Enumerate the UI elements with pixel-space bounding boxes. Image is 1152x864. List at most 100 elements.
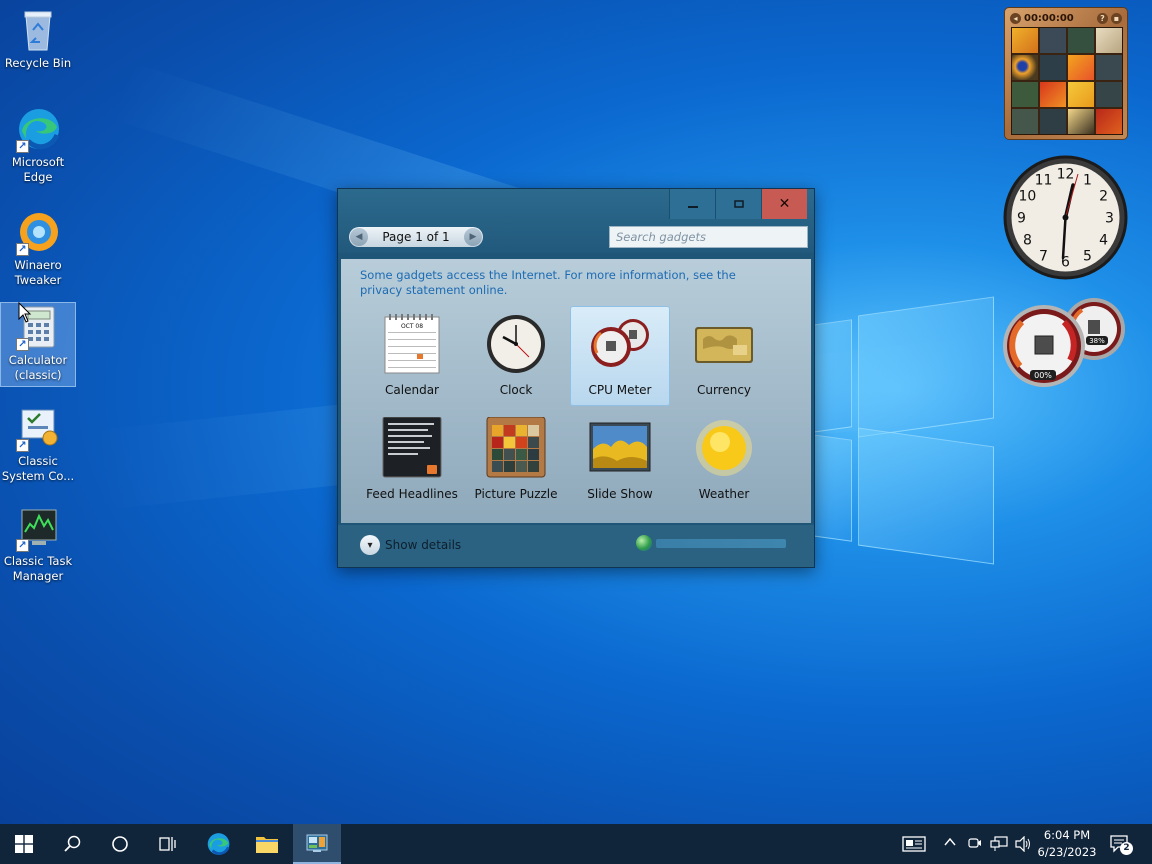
gadget-label: Feed Headlines: [366, 487, 458, 501]
taskbar-edge[interactable]: [194, 824, 242, 864]
globe-icon: [636, 535, 652, 551]
previous-page-button[interactable]: ◀: [350, 228, 368, 246]
desktop-icon-winaero-tweaker[interactable]: ↗ Winaero Tweaker: [0, 208, 76, 288]
puzzle-tile[interactable]: [1012, 28, 1038, 53]
online-link-text: [656, 538, 786, 548]
puzzle-tile[interactable]: [1012, 55, 1038, 80]
help-icon[interactable]: ?: [1097, 12, 1108, 24]
puzzle-tile[interactable]: [1068, 109, 1094, 134]
analog-clock-face: 12 1234567891011: [1003, 155, 1128, 280]
puzzle-tile[interactable]: [1040, 109, 1066, 134]
clock-numeral: 3: [1105, 211, 1114, 227]
clock-date: 6/23/2023: [1037, 845, 1097, 859]
winaero-tweaker-icon: ↗: [14, 208, 62, 256]
start-button[interactable]: [0, 824, 48, 864]
desktop-icon-microsoft-edge[interactable]: ↗ Microsoft Edge: [0, 105, 76, 185]
task-view-icon: [159, 837, 176, 851]
minimize-button[interactable]: [669, 189, 715, 219]
desktop-icon-label: Winaero Tweaker: [14, 258, 62, 287]
gadget-clock[interactable]: Clock: [466, 307, 566, 407]
desktop-icon-calculator-classic[interactable]: ↗ Calculator (classic): [0, 302, 76, 387]
puzzle-tile[interactable]: [1012, 109, 1038, 134]
puzzle-tile[interactable]: [1096, 109, 1122, 134]
clock-numeral: 11: [1035, 172, 1053, 188]
shortcut-arrow-icon: ↗: [16, 338, 29, 351]
clock-numeral: 10: [1018, 189, 1036, 205]
gadget-slide-show[interactable]: Slide Show: [570, 411, 670, 511]
volume-icon[interactable]: [1014, 835, 1032, 856]
maximize-button[interactable]: [715, 189, 761, 219]
gadgets-window-header: ✕ ◀ Page 1 of 1 ▶ Search gadgets: [338, 189, 814, 253]
gadget-label: Currency: [696, 383, 752, 397]
search-button[interactable]: [48, 824, 96, 864]
taskbar-gadgets[interactable]: [293, 824, 341, 864]
cpu-meter-gadget[interactable]: 00% 38%: [1002, 296, 1130, 390]
desktop-icon-label: Calculator (classic): [8, 353, 68, 382]
puzzle-tile[interactable]: [1040, 28, 1066, 53]
feed-headlines-icon: [381, 416, 443, 479]
gadget-cpu-meter[interactable]: CPU Meter: [570, 306, 670, 406]
slide-show-icon: [589, 417, 651, 479]
cortana-button[interactable]: [96, 824, 144, 864]
previous-icon[interactable]: ◂: [1010, 12, 1021, 24]
gadget-currency[interactable]: Currency: [674, 307, 774, 407]
desktop-icon-label: Classic Task Manager: [3, 554, 73, 583]
gadgets-window: ✕ ◀ Page 1 of 1 ▶ Search gadgets Some ga…: [337, 188, 815, 568]
gadgets-window-footer: ▾ Show details: [338, 525, 814, 567]
gadget-label: CPU Meter: [588, 383, 652, 397]
news-and-interests-icon[interactable]: [902, 835, 926, 857]
desktop-icon-classic-task-manager[interactable]: ↗ Classic Task Manager: [0, 504, 76, 584]
gadgets-app-icon: [306, 834, 328, 852]
chevron-down-icon: ▾: [360, 535, 380, 555]
page-navigator: ◀ Page 1 of 1 ▶: [349, 227, 483, 247]
gadget-label: Picture Puzzle: [474, 487, 558, 501]
clock-icon: [485, 313, 547, 375]
edge-icon: [207, 833, 230, 855]
network-icon[interactable]: [990, 836, 1008, 856]
search-gadgets-input[interactable]: Search gadgets: [609, 226, 808, 248]
gadget-label: Weather: [698, 487, 750, 501]
next-page-button[interactable]: ▶: [464, 228, 482, 246]
puzzle-tile[interactable]: [1068, 55, 1094, 80]
taskbar-file-explorer[interactable]: [243, 824, 291, 864]
currency-icon: [693, 313, 755, 375]
gadget-gallery: Some gadgets access the Internet. For mo…: [341, 259, 811, 523]
gadget-feed-headlines[interactable]: Feed Headlines: [362, 411, 462, 511]
picture-puzzle-gadget[interactable]: ◂ 00:00:00 ? ▪: [1004, 7, 1128, 140]
gadget-calendar[interactable]: OCT 08 Calendar: [362, 307, 462, 407]
desktop-icon-recycle-bin[interactable]: Recycle Bin: [0, 6, 76, 71]
puzzle-tile[interactable]: [1096, 28, 1122, 53]
privacy-notice[interactable]: Some gadgets access the Internet. For mo…: [360, 268, 780, 298]
weather-sun-icon: [693, 417, 755, 479]
gadget-picture-puzzle[interactable]: Picture Puzzle: [466, 411, 566, 511]
chevron-up-icon[interactable]: [944, 836, 956, 852]
show-details-button[interactable]: ▾ Show details: [360, 535, 461, 555]
clock-numeral: 12: [1057, 167, 1075, 183]
puzzle-tile[interactable]: [1068, 28, 1094, 53]
get-more-gadgets-online-link[interactable]: [636, 535, 786, 551]
puzzle-tile[interactable]: [1096, 82, 1122, 107]
puzzle-tile[interactable]: [1068, 82, 1094, 107]
puzzle-tile[interactable]: [1040, 55, 1066, 80]
show-details-label: Show details: [385, 538, 462, 552]
task-view-button[interactable]: [144, 824, 192, 864]
taskbar-clock[interactable]: 6:04 PM 6/23/2023: [1032, 827, 1102, 861]
shortcut-arrow-icon: ↗: [16, 539, 29, 552]
puzzle-tile[interactable]: [1096, 55, 1122, 80]
close-icon: ✕: [778, 196, 791, 212]
page-indicator: Page 1 of 1: [382, 230, 450, 244]
puzzle-tile[interactable]: [1012, 82, 1038, 107]
clock-gadget[interactable]: 12 1 2 3 4 5 6 7 8 9 10 11: [1002, 154, 1129, 281]
pause-icon[interactable]: ▪: [1111, 12, 1122, 24]
puzzle-timer: 00:00:00: [1024, 12, 1074, 24]
task-manager-icon: ↗: [14, 504, 62, 552]
clock-numeral: 8: [1023, 233, 1032, 249]
close-button[interactable]: ✕: [761, 189, 807, 219]
action-center-button[interactable]: 2: [1110, 834, 1133, 855]
gadget-weather[interactable]: Weather: [674, 411, 774, 511]
meet-now-icon[interactable]: [968, 836, 982, 854]
maximize-icon: [733, 200, 744, 208]
puzzle-tile[interactable]: [1040, 82, 1066, 107]
desktop-icon-classic-system-control[interactable]: ↗ Classic System Co...: [0, 404, 76, 484]
clock-numeral: 5: [1083, 249, 1092, 265]
